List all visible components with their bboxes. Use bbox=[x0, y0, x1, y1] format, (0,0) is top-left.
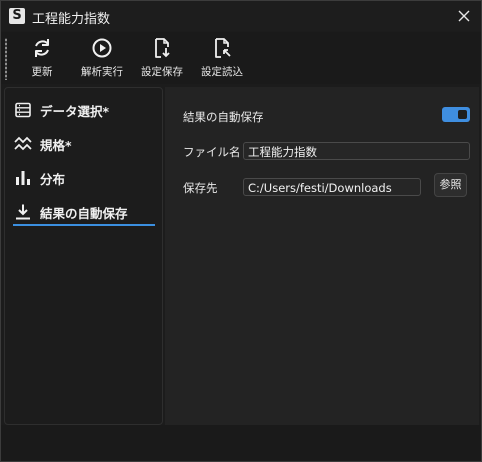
window-title: 工程能力指数 bbox=[32, 12, 111, 27]
load-settings-label: 設定読込 bbox=[201, 66, 243, 78]
refresh-label: 更新 bbox=[31, 66, 53, 78]
bar-chart-icon bbox=[16, 171, 30, 185]
wave-icon bbox=[14, 136, 32, 151]
sidebar-item-distribution[interactable]: 分布 bbox=[14, 166, 65, 190]
analyze-button[interactable]: 解析実行 bbox=[79, 37, 125, 81]
analyze-label: 解析実行 bbox=[81, 66, 123, 78]
table-icon bbox=[15, 102, 31, 118]
refresh-button[interactable]: 更新 bbox=[21, 37, 63, 81]
status-bar bbox=[1, 425, 481, 461]
sidebar: データ選択* 規格* 分布 結果の自動保存 bbox=[4, 87, 163, 425]
sidebar-item-data-select[interactable]: データ選択* bbox=[14, 98, 109, 122]
toolbar: 更新 解析実行 設定保存 設定読込 bbox=[1, 32, 481, 84]
app-logo-icon: S bbox=[9, 8, 25, 24]
destination-label: 保存先 bbox=[183, 181, 218, 195]
filename-label: ファイル名 bbox=[183, 145, 241, 159]
save-settings-label: 設定保存 bbox=[141, 66, 183, 78]
save-settings-button[interactable]: 設定保存 bbox=[139, 37, 185, 81]
title-bar: S 工程能力指数 bbox=[1, 1, 481, 31]
autosave-toggle-label: 結果の自動保存 bbox=[183, 110, 264, 124]
filename-input[interactable]: 工程能力指数 bbox=[243, 142, 470, 160]
browse-button[interactable]: 参照 bbox=[434, 173, 467, 197]
active-tab-indicator bbox=[13, 224, 155, 226]
toolbar-grip[interactable] bbox=[5, 38, 7, 80]
file-open-icon bbox=[215, 38, 231, 58]
close-button[interactable] bbox=[453, 5, 475, 27]
sidebar-item-spec[interactable]: 規格* bbox=[14, 132, 72, 156]
sidebar-item-label: 分布 bbox=[40, 171, 66, 187]
toggle-knob bbox=[458, 110, 467, 119]
sidebar-item-label: 規格* bbox=[40, 137, 72, 153]
app-window: S 工程能力指数 更新 解析実行 設定保存 設定読込 データ選択* 規格* 分布… bbox=[0, 0, 482, 462]
close-icon bbox=[458, 10, 470, 22]
sidebar-item-autosave[interactable]: 結果の自動保存 bbox=[14, 200, 128, 224]
load-settings-button[interactable]: 設定読込 bbox=[199, 37, 245, 81]
file-save-icon bbox=[155, 38, 170, 58]
play-icon bbox=[92, 38, 112, 58]
autosave-toggle[interactable] bbox=[442, 107, 470, 122]
refresh-icon bbox=[35, 39, 49, 57]
download-icon bbox=[16, 204, 30, 220]
destination-input[interactable]: C:/Users/festi/Downloads bbox=[243, 178, 421, 196]
sidebar-item-label: 結果の自動保存 bbox=[40, 205, 128, 221]
sidebar-item-label: データ選択* bbox=[40, 103, 110, 119]
autosave-panel: 結果の自動保存 ファイル名 工程能力指数 保存先 C:/Users/festi/… bbox=[165, 87, 479, 425]
